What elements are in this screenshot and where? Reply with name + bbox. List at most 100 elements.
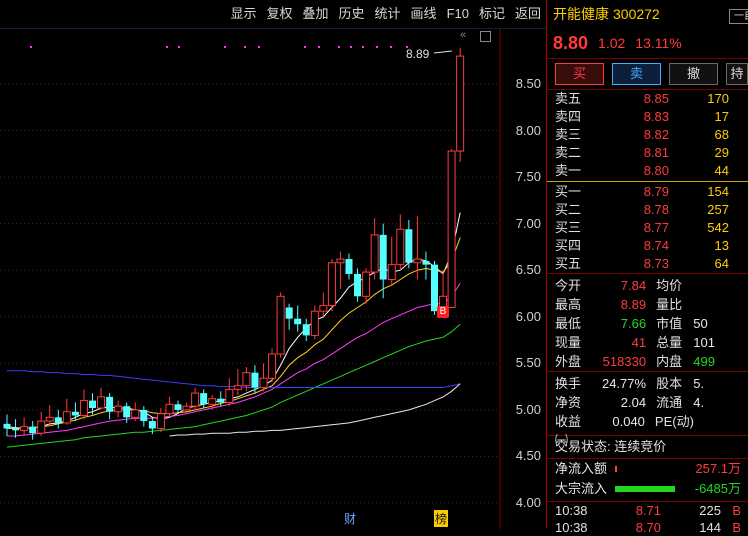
stat-value: 4. [693,395,705,410]
ask-label: 卖二 [555,145,582,160]
toolbar-mark-button[interactable]: 标记 [474,0,510,28]
bid-row[interactable]: 买一 8.79 154 [555,183,748,201]
trade-status: 交易状态: 连续竞价 [547,435,748,458]
ask-row[interactable]: 卖一 8.80 44 [555,162,748,180]
candle-body [354,273,362,297]
stat-label: 量比 [656,297,683,312]
bid-row[interactable]: 买四 8.74 13 [555,237,748,255]
stat-value: 7.66 [620,316,647,331]
bid-label: 买五 [555,256,582,271]
toolbar-adjust-button[interactable]: 复权 [261,0,297,28]
stats-block-2: 换手 24.77% 股本 5. 净资 2.04 流通 4. 收益㈠ 0.040 PE(动) [547,372,748,448]
bid-price: 8.77 [643,220,669,235]
candle-body [242,372,251,387]
toolbar-f10-button[interactable]: F10 [442,0,474,28]
signal-dot [166,46,168,48]
fund-flows: 净流入额 257.1万 大宗流入 -6485万 [547,458,748,499]
y-tick-label: 6.50 [515,262,541,278]
candle-body [208,398,217,405]
candle-body [71,411,79,416]
candle-body [62,411,71,424]
kline-chart[interactable]: 8.50 8.00 7.50 7.00 6.50 6.00 5.50 5.00 4.50 4.00… [0,28,546,529]
y-tick-label: 5.00 [515,401,541,417]
price-row: 8.80 1.02 13.11% [547,28,748,58]
stat-label: 均价 [656,278,683,293]
candle-body [456,55,465,152]
tick-volume: 225 [699,503,721,518]
candle-body [200,393,208,405]
candle-body [431,264,438,312]
expand-icon[interactable] [480,31,491,42]
y-tick-label: 8.00 [515,122,541,138]
stock-code: 300272 [613,6,660,22]
ranking-marker[interactable]: 榜 [434,510,449,527]
candle-body [310,310,319,336]
stat-value: 24.77% [601,376,647,391]
stat-value [693,295,748,314]
ask-row[interactable]: 卖三 8.82 68 [555,126,748,144]
stat-value: 41 [631,335,647,350]
signal-dot [178,46,180,48]
stat-label: 最低 [555,316,582,331]
candle-body [182,405,191,411]
flow-value: 257.1万 [695,461,741,476]
stat-value: 2.04 [620,395,647,410]
candle-body [20,426,29,431]
bid-price: 8.79 [643,184,669,199]
ask-price: 8.85 [643,91,669,106]
bid-price: 8.74 [643,238,669,253]
stat-value: 5. [693,376,705,391]
buy-marker: B [437,306,449,318]
ask-label: 卖三 [555,127,582,142]
candle-body [191,392,200,407]
cancel-order-button[interactable]: 撤 [669,63,718,85]
tick-time: 10:38 [555,503,588,518]
position-button[interactable]: 持 [726,63,748,85]
ask-row[interactable]: 卖五 8.85 170 [555,90,748,108]
bid-volume: 154 [707,184,729,199]
candle-body [259,377,268,389]
stat-row: 收益㈠ 0.040 PE(动) [555,412,748,448]
toolbar-history-button[interactable]: 历史 [334,0,370,28]
stat-row: 净资 2.04 流通 4. [555,393,748,412]
bid-row[interactable]: 买五 8.73 64 [555,255,748,273]
candle-body [276,295,285,355]
toolbar-draw-button[interactable]: 画线 [406,0,442,28]
toolbar-back-button[interactable]: 返回 [510,0,546,28]
ask-row[interactable]: 卖二 8.81 29 [555,144,748,162]
stat-label: 内盘 [656,354,683,369]
signal-dot [350,46,352,48]
flow-label: 净流入额 [555,461,608,476]
candle-body [405,229,413,263]
stat-label: 最高 [555,297,582,312]
high-price-label: 8.89 [406,47,430,61]
candle-body [45,416,54,422]
signal-dot [30,46,32,48]
candle-body [156,413,165,430]
toolbar-overlay-button[interactable]: 叠加 [298,0,334,28]
candle-body [345,259,353,274]
stat-value: 0.040 [612,414,645,429]
bid-row[interactable]: 买二 8.78 257 [555,201,748,219]
toolbar-display-button[interactable]: 显示 [225,0,261,28]
ask-price: 8.80 [643,163,669,178]
candle-body [336,258,345,264]
stat-value [693,276,748,295]
candle-body [370,234,379,273]
mode-toggle[interactable]: 一自 [729,9,748,24]
stat-label: 今开 [555,278,582,293]
y-tick-label: 7.00 [515,215,541,231]
toolbar-stats-button[interactable]: 统计 [370,0,406,28]
tick-price: 8.71 [635,503,661,518]
stat-value: 7.84 [620,278,647,293]
buy-button[interactable]: 买 [555,63,604,85]
ask-row[interactable]: 卖四 8.83 17 [555,108,748,126]
chevron-double-left-icon[interactable]: « [460,29,466,41]
flow-bar [615,486,675,492]
y-tick-label: 7.50 [515,169,541,185]
finance-marker[interactable]: 财 [344,510,356,527]
sell-button[interactable]: 卖 [612,63,661,85]
stat-row: 最高 8.89 量比 [555,295,748,314]
bid-row[interactable]: 买三 8.77 542 [555,219,748,237]
stats-block-1: 今开 7.84 均价 最高 8.89 量比 最低 7.66 市值 50 现量 41 总量 101 外盘 518… [547,274,748,371]
